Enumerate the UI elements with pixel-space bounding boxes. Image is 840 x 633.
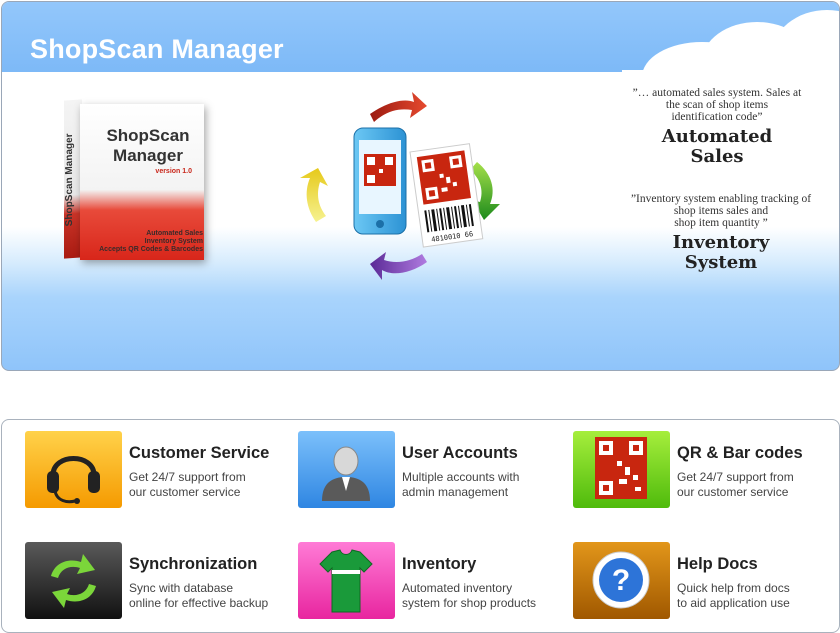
feature-customer-service[interactable]: Customer Service Get 24/7 support from o… <box>25 431 290 511</box>
quote-title: Inventory System <box>672 232 770 273</box>
quote-title: Automated Sales <box>661 126 773 167</box>
feature-description: Automated inventory system for shop prod… <box>402 581 537 610</box>
svg-text:?: ? <box>612 564 630 597</box>
feature-title: Inventory <box>402 555 477 573</box>
box-title: ShopScan Manager <box>106 126 190 165</box>
feature-description: Get 24/7 support from our customer servi… <box>129 470 246 499</box>
feature-help-docs[interactable]: ? Help Docs Quick help from docs to aid … <box>573 542 838 622</box>
feature-qr-bar-codes[interactable]: QR & Bar codes Get 24/7 support from our… <box>573 431 838 511</box>
quote-text: ”… automated sales system. Sales at the … <box>632 87 802 123</box>
hero-banner: ShopScan Manager ShopScan Manager ShopSc… <box>1 1 840 371</box>
shirt-icon <box>298 542 395 619</box>
arrow-yellow-icon <box>300 168 328 222</box>
feature-title: QR & Bar codes <box>677 444 803 462</box>
features-panel: Customer Service Get 24/7 support from o… <box>1 419 840 633</box>
feature-title: User Accounts <box>402 444 518 462</box>
feature-synchronization[interactable]: Synchronization Sync with database onlin… <box>25 542 290 622</box>
quote-text: ”Inventory system enabling tracking of s… <box>630 193 812 229</box>
arrow-purple-icon <box>370 252 427 280</box>
user-icon <box>298 431 395 508</box>
quote-automated-sales: ”… automated sales system. Sales at the … <box>602 87 832 167</box>
feature-inventory[interactable]: Inventory Automated inventory system for… <box>298 542 563 622</box>
sync-icon <box>25 542 122 619</box>
feature-description: Quick help from docs to aid application … <box>677 581 790 610</box>
feature-description: Sync with database online for effective … <box>129 581 269 610</box>
qr-code-icon <box>573 431 670 508</box>
quote-inventory-system: ”Inventory system enabling tracking of s… <box>606 193 836 273</box>
feature-title: Customer Service <box>129 444 270 462</box>
feature-user-accounts[interactable]: User Accounts Multiple accounts with adm… <box>298 431 563 511</box>
feature-title: Help Docs <box>677 555 758 573</box>
feature-description: Multiple accounts with admin management <box>402 470 520 499</box>
app-title: ShopScan Manager <box>30 34 284 64</box>
headset-icon <box>25 431 122 508</box>
feature-title: Synchronization <box>129 555 258 573</box>
box-caption: Automated Sales Inventory System Accepts… <box>99 230 203 253</box>
scan-cycle-illustration: 4810010 66 <box>300 92 500 280</box>
arrow-red-icon <box>370 92 427 122</box>
barcode-card: 4810010 66 <box>409 143 484 248</box>
box-version: version 1.0 <box>155 168 192 175</box>
phone-icon <box>353 127 407 235</box>
feature-description: Get 24/7 support from our customer servi… <box>677 470 794 499</box>
help-icon: ? <box>573 542 670 619</box>
